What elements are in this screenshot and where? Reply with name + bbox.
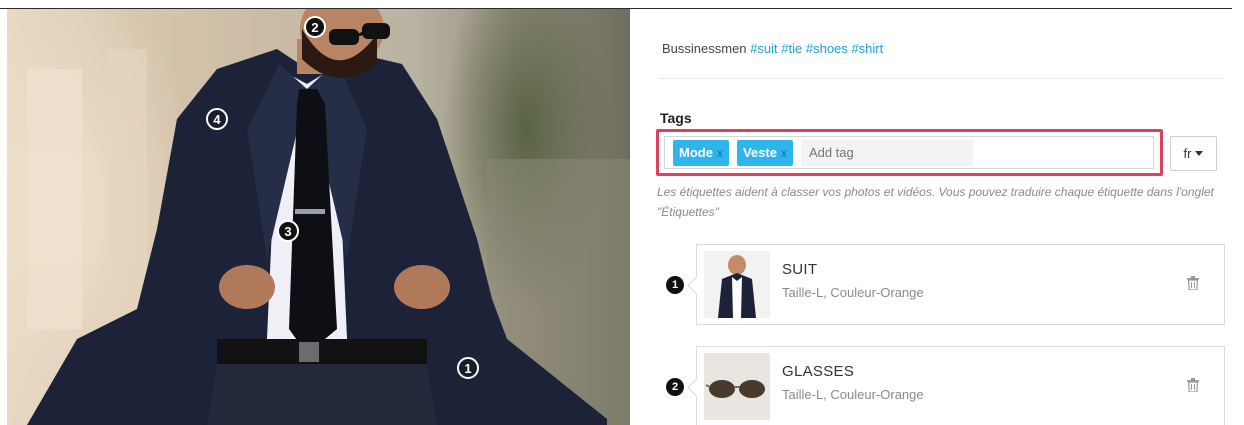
product-photo[interactable]: 2 4 3 1 <box>7 9 630 425</box>
remove-tag-icon[interactable]: x <box>781 146 787 160</box>
caret-down-icon <box>1195 151 1204 156</box>
tag-chip-label: Mode <box>679 145 713 160</box>
photo-pin-4[interactable]: 4 <box>206 108 228 130</box>
item-detail: Taille-L, Couleur-Orange <box>782 387 924 402</box>
photo-pin-1[interactable]: 1 <box>457 357 479 379</box>
add-tag-input[interactable] <box>808 145 959 160</box>
tags-help-text: Les étiquettes aident à classer vos phot… <box>657 185 1214 219</box>
trash-icon[interactable] <box>1187 276 1199 295</box>
media-caption: Bussinessmen #suit #tie #shoes #shirt <box>662 41 883 56</box>
remove-tag-icon[interactable]: x <box>717 146 723 160</box>
tag-chip-mode[interactable]: Mode x <box>673 139 729 166</box>
tag-editor[interactable]: Mode x Veste x <box>664 136 1154 169</box>
item-detail: Taille-L, Couleur-Orange <box>782 285 924 300</box>
hashtag-link[interactable]: #tie <box>781 41 802 56</box>
hashtag-link[interactable]: #shoes <box>806 41 848 56</box>
item-thumbnail <box>704 353 770 420</box>
language-select[interactable]: fr <box>1170 136 1217 171</box>
add-tag-field[interactable] <box>800 139 973 166</box>
photo-pin-3[interactable]: 3 <box>277 220 299 242</box>
section-divider <box>658 78 1224 79</box>
trash-icon[interactable] <box>1187 378 1199 397</box>
language-value: fr <box>1183 146 1192 161</box>
hashtag-link[interactable]: #suit <box>750 41 777 56</box>
item-thumbnail <box>704 251 770 318</box>
item-name: SUIT <box>782 261 818 278</box>
tags-heading: Tags <box>660 110 692 126</box>
tagged-item-card[interactable]: SUIT Taille-L, Couleur-Orange <box>696 244 1225 325</box>
caption-text: Bussinessmen <box>662 41 747 56</box>
tag-editor-highlight: Mode x Veste x <box>656 129 1163 176</box>
item-name: GLASSES <box>782 363 855 380</box>
tagged-item-card[interactable]: GLASSES Taille-L, Couleur-Orange <box>696 346 1225 425</box>
item-number-badge: 2 <box>666 378 684 396</box>
businessman-illustration <box>27 9 630 425</box>
tag-chip-label: Veste <box>742 145 777 160</box>
tag-chip-veste[interactable]: Veste x <box>736 139 793 166</box>
hashtag-link[interactable]: #shirt <box>851 41 883 56</box>
photo-pin-2[interactable]: 2 <box>304 16 326 38</box>
item-number-badge: 1 <box>666 276 684 294</box>
